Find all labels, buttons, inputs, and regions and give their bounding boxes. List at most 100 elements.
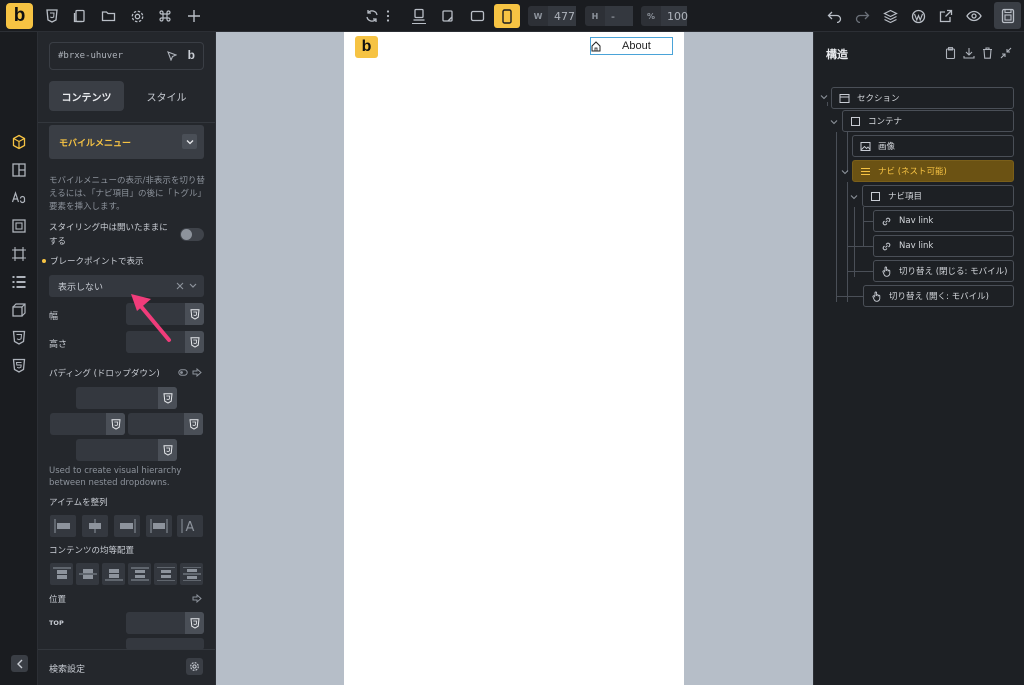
bricks-logo[interactable]: b: [6, 3, 33, 29]
align-stretch-option[interactable]: [146, 515, 172, 537]
typography-icon[interactable]: [11, 190, 27, 206]
search-settings-label[interactable]: 検索設定: [49, 662, 85, 675]
width-value[interactable]: 477: [548, 6, 576, 26]
frame-icon[interactable]: [11, 246, 27, 262]
more-vertical-icon[interactable]: [382, 4, 394, 28]
padding-right-input[interactable]: [128, 413, 203, 435]
height-display[interactable]: H -: [585, 6, 633, 26]
padding-top-input[interactable]: [76, 387, 177, 409]
width-display[interactable]: W 477: [528, 6, 576, 26]
trash-icon[interactable]: [982, 47, 993, 59]
tree-node-nav-link[interactable]: Nav link: [873, 235, 1014, 257]
box-3d-icon[interactable]: [11, 302, 27, 318]
redo-icon[interactable]: [850, 4, 874, 28]
tree-node-nav-items[interactable]: ナビ項目: [862, 185, 1014, 207]
responsive-arrow-icon[interactable]: [192, 368, 202, 377]
home-icon[interactable]: [591, 41, 601, 52]
collapse-panel-icon[interactable]: [11, 655, 28, 672]
cube-icon[interactable]: [11, 134, 27, 150]
align-right-option[interactable]: [114, 515, 140, 537]
caret-down-icon[interactable]: [829, 117, 839, 127]
tab-style[interactable]: スタイル: [129, 81, 204, 111]
height-value[interactable]: -: [605, 6, 633, 26]
position-arrow-icon[interactable]: [192, 594, 202, 603]
css-unit-icon[interactable]: [185, 331, 204, 353]
justify-evenly-option[interactable]: [180, 563, 203, 585]
zoom-label: %: [646, 11, 655, 21]
nav-selected-outline[interactable]: About: [590, 37, 673, 55]
css-unit-icon[interactable]: [185, 303, 204, 325]
tree-line: [847, 132, 848, 172]
mobile-menu-section-header[interactable]: モバイルメニュー: [49, 125, 204, 159]
align-left-option[interactable]: [50, 515, 76, 537]
css-unit-icon[interactable]: [184, 413, 203, 435]
tab-content[interactable]: コンテンツ: [49, 81, 124, 111]
cursor-select-icon[interactable]: [167, 51, 177, 61]
justify-start-option[interactable]: [50, 563, 73, 585]
gear-icon[interactable]: [125, 4, 149, 28]
wordpress-icon[interactable]: [906, 4, 930, 28]
tree-node-toggle-close[interactable]: 切り替え (閉じる: モバイル): [873, 260, 1014, 282]
layers-icon[interactable]: [878, 4, 902, 28]
padding-bottom-input[interactable]: [76, 439, 177, 461]
desktop-device-icon[interactable]: [407, 4, 431, 28]
padding-left-input[interactable]: [50, 413, 125, 435]
laptop-device-icon[interactable]: [436, 4, 460, 28]
command-icon[interactable]: [153, 4, 177, 28]
zoom-display[interactable]: % 100: [641, 6, 688, 26]
zoom-value[interactable]: 100: [661, 6, 688, 26]
caret-down-icon[interactable]: [840, 167, 850, 177]
link-toggle-icon[interactable]: [178, 369, 188, 376]
justify-center-option[interactable]: [76, 563, 99, 585]
tree-node-nav-link[interactable]: Nav link: [873, 210, 1014, 232]
keep-open-toggle[interactable]: [180, 228, 204, 241]
folder-icon[interactable]: [96, 4, 120, 28]
align-baseline-option[interactable]: A: [177, 515, 203, 537]
hand-pointer-icon: [872, 291, 881, 302]
select-chevron-icon[interactable]: [189, 283, 197, 289]
site-logo[interactable]: b: [355, 36, 378, 58]
mobile-device-icon[interactable]: [494, 4, 520, 28]
bricks-mini-logo-icon[interactable]: b: [188, 48, 195, 62]
justify-around-option[interactable]: [154, 563, 177, 585]
save-icon[interactable]: [994, 2, 1021, 29]
tree-node-image[interactable]: 画像: [852, 135, 1014, 157]
pages-icon[interactable]: [68, 4, 92, 28]
tree-node-toggle-open[interactable]: 切り替え (開く: モバイル): [863, 285, 1014, 307]
nav-item-about[interactable]: About: [622, 40, 651, 52]
css-unit-icon[interactable]: [185, 612, 204, 634]
grid-dots-icon[interactable]: [11, 274, 27, 290]
eye-icon[interactable]: [962, 4, 986, 28]
tree-node-nav-nestable[interactable]: ナビ (ネスト可能): [852, 160, 1014, 182]
spacing-icon[interactable]: [11, 218, 27, 234]
align-center-option[interactable]: [82, 515, 108, 537]
css-unit-icon[interactable]: [158, 439, 177, 461]
download-icon[interactable]: [963, 47, 975, 59]
settings-gear-icon[interactable]: [186, 658, 203, 675]
css-unit-icon[interactable]: [158, 387, 177, 409]
tree-node-section[interactable]: セクション: [831, 87, 1014, 109]
tree-node-container[interactable]: コンテナ: [842, 110, 1014, 132]
caret-down-icon[interactable]: [849, 192, 859, 202]
collapse-arrows-icon[interactable]: [1000, 47, 1012, 59]
undo-icon[interactable]: [822, 4, 846, 28]
justify-between-option[interactable]: [128, 563, 151, 585]
external-link-icon[interactable]: [934, 4, 958, 28]
justify-end-option[interactable]: [102, 563, 125, 585]
tablet-device-icon[interactable]: [465, 4, 489, 28]
caret-down-icon[interactable]: [819, 92, 829, 102]
chevron-down-icon[interactable]: [182, 134, 197, 149]
css-icon[interactable]: [40, 4, 64, 28]
layout-icon[interactable]: [11, 162, 27, 178]
justify-label: コンテンツの均等配置: [49, 546, 135, 556]
add-icon[interactable]: [182, 4, 206, 28]
css-unit-icon[interactable]: [106, 413, 125, 435]
clipboard-icon[interactable]: [945, 47, 956, 59]
element-id-field[interactable]: #brxe-uhuver b: [49, 42, 204, 70]
css-shield-icon[interactable]: [11, 330, 27, 346]
html-shield-icon[interactable]: [11, 358, 27, 374]
top-input[interactable]: [126, 612, 204, 634]
node-label: 切り替え (閉じる: モバイル): [899, 267, 1008, 277]
refresh-icon[interactable]: [360, 4, 384, 28]
clear-icon[interactable]: [176, 282, 184, 290]
